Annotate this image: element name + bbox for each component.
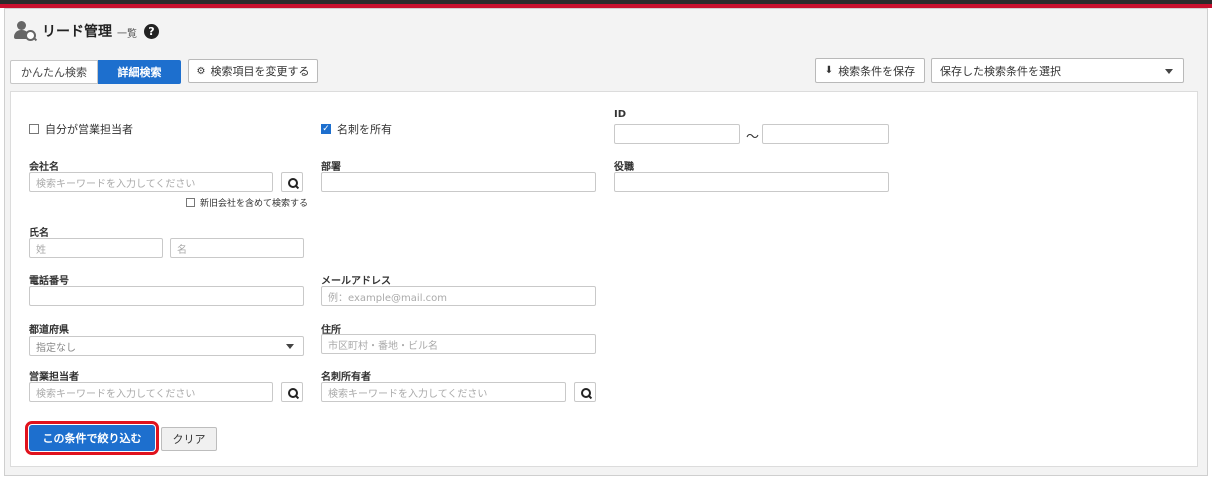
filter-button[interactable]: この条件で絞り込む [25, 421, 159, 455]
first-name-input[interactable]: 名 [170, 238, 304, 258]
name-label: 氏名 [29, 228, 49, 239]
checkbox-checked-icon: ✓ [321, 124, 331, 134]
has-card-checkbox[interactable]: ✓ 名刺を所有 [321, 121, 392, 137]
help-icon[interactable]: ? [144, 23, 159, 39]
prefecture-select[interactable]: 指定なし [29, 336, 304, 356]
prefecture-label: 都道府県 [29, 325, 69, 336]
include-old-company-checkbox[interactable]: 新旧会社を含めて検索する [186, 196, 308, 209]
change-search-fields-button[interactable]: ⚙ 検索項目を変更する [188, 59, 318, 83]
download-icon: ⬇ [824, 65, 834, 76]
chevron-down-icon [1165, 69, 1173, 74]
checkbox-unchecked-icon [186, 198, 195, 207]
company-search-button[interactable] [281, 172, 303, 192]
tab-simple-search[interactable]: かんたん検索 [10, 60, 98, 84]
range-separator: 〜 [746, 130, 760, 145]
page-subtitle: 一覧 [117, 29, 137, 40]
sales-rep-search-button[interactable] [281, 382, 303, 402]
prefecture-value: 指定なし [36, 342, 76, 354]
gear-icon: ⚙ [196, 65, 206, 77]
change-search-fields-label: 検索項目を変更する [210, 65, 310, 78]
search-mode-tabs: かんたん検索 詳細検索 [10, 60, 181, 84]
search-icon [287, 177, 299, 189]
tab-detailed-search[interactable]: 詳細検索 [98, 60, 181, 84]
id-to-input[interactable] [762, 124, 889, 144]
email-label: メールアドレス [321, 276, 391, 287]
save-conditions-label: 検索条件を保存 [838, 64, 916, 78]
id-label: ID [614, 109, 627, 120]
search-icon [287, 387, 299, 399]
own-sales-label: 自分が営業担当者 [45, 123, 133, 136]
has-card-label: 名刺を所有 [337, 123, 392, 136]
page-header: リード管理 一覧 ? [14, 20, 159, 42]
department-input[interactable] [321, 172, 596, 192]
address-input[interactable]: 市区町村・番地・ビル名 [321, 334, 596, 354]
department-label: 部署 [321, 162, 341, 173]
company-label: 会社名 [29, 162, 59, 173]
sales-rep-input[interactable]: 検索キーワードを入力してください [29, 382, 273, 402]
saved-conditions-value: 保存した検索条件を選択 [940, 64, 1061, 78]
page-title: リード管理 [42, 24, 112, 40]
save-conditions-button[interactable]: ⬇ 検索条件を保存 [815, 58, 925, 83]
include-old-company-label: 新旧会社を含めて検索する [200, 199, 309, 209]
last-name-input[interactable]: 姓 [29, 238, 163, 258]
phone-label: 電話番号 [29, 276, 69, 287]
clear-button[interactable]: クリア [161, 427, 217, 451]
lead-search-icon [14, 20, 38, 42]
checkbox-unchecked-icon [29, 124, 39, 134]
sales-rep-label: 営業担当者 [29, 372, 79, 383]
card-owner-label: 名刺所有者 [321, 372, 371, 383]
own-sales-checkbox[interactable]: 自分が営業担当者 [29, 121, 133, 137]
position-label: 役職 [614, 162, 634, 173]
phone-input[interactable] [29, 286, 304, 306]
email-input[interactable]: 例：example@mail.com [321, 286, 596, 306]
id-from-input[interactable] [614, 124, 740, 144]
chevron-down-icon [286, 344, 294, 349]
company-input[interactable]: 検索キーワードを入力してください [29, 172, 273, 192]
card-owner-input[interactable]: 検索キーワードを入力してください [321, 382, 566, 402]
card-owner-search-button[interactable] [574, 382, 596, 402]
saved-conditions-select[interactable]: 保存した検索条件を選択 [931, 58, 1184, 83]
search-form-panel: 自分が営業担当者 ✓ 名刺を所有 ID 〜 会社名 検索キーワードを入力してくだ… [10, 91, 1198, 467]
search-icon [580, 387, 592, 399]
position-input[interactable] [614, 172, 889, 192]
